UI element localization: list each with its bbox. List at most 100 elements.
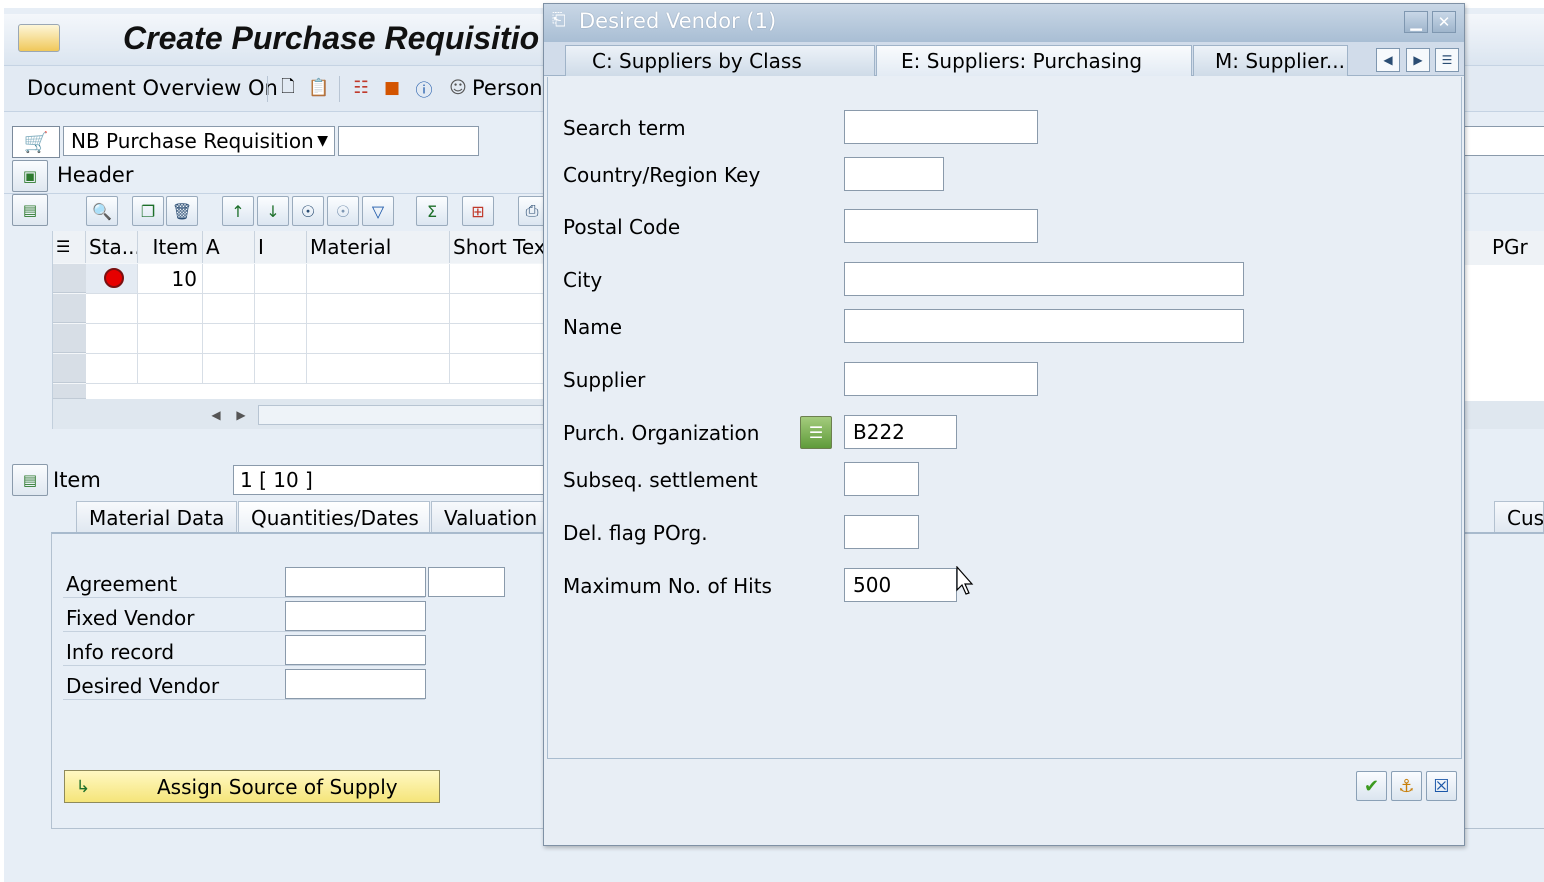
table-cell[interactable] — [307, 324, 450, 354]
postal-code-input[interactable] — [844, 209, 1038, 243]
row-selector[interactable] — [53, 324, 86, 353]
delete-icon[interactable]: 🗑 — [166, 196, 198, 226]
table-cell[interactable] — [255, 354, 307, 384]
copy-icon[interactable]: ❐ — [132, 196, 164, 226]
table-cell[interactable] — [203, 294, 255, 324]
tab-scroll-left-icon[interactable]: ◀ — [1376, 48, 1400, 72]
desired-vendor-input[interactable] — [285, 669, 426, 699]
item-select[interactable]: 1 [ 10 ] — [233, 465, 546, 495]
horizontal-scrollbar[interactable] — [258, 405, 546, 425]
row-selector[interactable] — [53, 384, 86, 399]
tab-suppliers-purchasing[interactable]: E: Suppliers: Purchasing — [876, 45, 1192, 76]
table-cell[interactable] — [307, 354, 450, 384]
assign-icon[interactable]: ■ — [381, 76, 403, 100]
max-hits-input[interactable]: 500 — [844, 568, 957, 602]
item-overview-expand-button[interactable]: ▤ — [12, 194, 48, 226]
document-field-right[interactable] — [1464, 126, 1544, 156]
filter-icon[interactable]: ▽ — [362, 196, 394, 226]
tab-customer[interactable]: Cust — [1494, 501, 1544, 533]
multiple-selection-icon[interactable]: ⚓ — [1391, 771, 1422, 801]
table-cell[interactable] — [450, 294, 546, 324]
country-region-key-input[interactable] — [844, 157, 944, 191]
tab-suppliers-by-class[interactable]: C: Suppliers by Class — [565, 45, 875, 76]
table-cell[interactable] — [255, 324, 307, 354]
table-cell[interactable] — [255, 264, 307, 294]
row-selector[interactable] — [53, 264, 86, 293]
table-cell[interactable] — [138, 294, 203, 324]
column-header-material[interactable]: Material — [307, 231, 450, 263]
subseq-settlement-input[interactable] — [844, 462, 919, 496]
column-header-i[interactable]: I — [255, 231, 307, 263]
confirm-check-icon[interactable]: ✔ — [1356, 771, 1387, 801]
row-selector[interactable] — [53, 354, 86, 383]
info-icon[interactable]: ⓘ — [413, 76, 435, 101]
agreement-input[interactable] — [285, 567, 426, 597]
table-cell[interactable] — [86, 294, 138, 324]
item-detail-expand-button[interactable]: ▤ — [12, 464, 48, 496]
name-input[interactable] — [844, 309, 1244, 343]
scroll-right-icon[interactable]: ▶ — [230, 405, 252, 425]
table-cell[interactable] — [138, 354, 203, 384]
table-footer-right — [1464, 401, 1544, 429]
column-settings-icon[interactable]: ☰ — [53, 231, 86, 263]
select-option-icon[interactable]: ☰ — [800, 416, 832, 449]
purch-organization-input[interactable]: B222 — [844, 415, 957, 449]
document-type-select[interactable]: NB Purchase Requisition ▼ — [63, 126, 335, 156]
hierarchy-icon[interactable]: ☷ — [350, 76, 372, 100]
row-selector[interactable] — [53, 294, 86, 323]
details-icon[interactable]: 🔍 — [86, 196, 118, 226]
del-flag-porg-input[interactable] — [844, 515, 919, 549]
sum-icon[interactable]: Σ — [416, 196, 448, 226]
table-cell[interactable] — [138, 324, 203, 354]
column-header-item[interactable]: Item — [138, 231, 203, 263]
shopping-cart-icon[interactable]: 🛒 — [12, 126, 60, 158]
cancel-icon[interactable]: ☒ — [1426, 771, 1457, 801]
create-document-icon[interactable]: 🗋 — [277, 76, 299, 100]
table-cell[interactable] — [203, 264, 255, 294]
table-cell[interactable] — [450, 354, 546, 384]
info-record-input[interactable] — [285, 635, 426, 665]
fixed-vendor-input[interactable] — [285, 601, 426, 631]
find-icon[interactable]: ☉ — [292, 196, 324, 226]
header-expand-button[interactable]: ▣ — [12, 160, 48, 192]
table-cell[interactable] — [86, 324, 138, 354]
column-header-status[interactable]: Sta... — [86, 231, 138, 263]
table-cell-item[interactable]: 10 — [138, 264, 203, 294]
supplier-input[interactable] — [844, 362, 1038, 396]
document-overview-button[interactable]: Document Overview On — [27, 76, 278, 100]
hold-document-icon[interactable]: 📋 — [308, 76, 330, 100]
chevron-down-icon[interactable]: ▼ — [317, 127, 328, 155]
document-number-input[interactable] — [338, 126, 479, 156]
city-input[interactable] — [844, 262, 1244, 296]
tab-material-data[interactable]: Material Data — [76, 501, 237, 533]
tab-supplier-more[interactable]: M: Supplier... — [1193, 45, 1348, 76]
column-header-short-text[interactable]: Short Tex — [450, 231, 546, 263]
personal-settings-icon[interactable]: ☺ — [447, 76, 469, 100]
column-header-a[interactable]: A — [203, 231, 255, 263]
column-header-pgr[interactable]: PGr — [1492, 235, 1528, 259]
table-cell[interactable] — [203, 354, 255, 384]
print-icon[interactable]: ⎙ — [518, 196, 546, 226]
menu-icon[interactable] — [18, 24, 60, 52]
table-cell[interactable] — [450, 264, 546, 294]
sort-ascending-icon[interactable]: ↑ — [222, 196, 254, 226]
table-cell[interactable] — [86, 354, 138, 384]
assign-source-of-supply-button[interactable]: ↳ Assign Source of Supply — [64, 770, 440, 803]
table-cell[interactable] — [307, 294, 450, 324]
search-term-input[interactable] — [844, 110, 1038, 144]
agreement-item-input[interactable] — [428, 567, 505, 597]
minimize-icon[interactable]: ▁ — [1404, 11, 1428, 33]
scroll-left-icon[interactable]: ◀ — [205, 405, 227, 425]
close-icon[interactable]: ✕ — [1432, 11, 1456, 33]
subtotal-icon[interactable]: ⊞ — [462, 196, 494, 226]
sort-descending-icon[interactable]: ↓ — [257, 196, 289, 226]
table-cell[interactable] — [450, 324, 546, 354]
tab-quantities-dates[interactable]: Quantities/Dates — [238, 501, 430, 533]
find-next-icon[interactable]: ☉ — [327, 196, 359, 226]
table-cell[interactable] — [307, 264, 450, 294]
table-cell[interactable] — [255, 294, 307, 324]
tab-valuation[interactable]: Valuation — [431, 501, 546, 533]
tab-scroll-right-icon[interactable]: ▶ — [1406, 48, 1430, 72]
tab-list-icon[interactable]: ☰ — [1435, 48, 1459, 72]
table-cell[interactable] — [203, 324, 255, 354]
